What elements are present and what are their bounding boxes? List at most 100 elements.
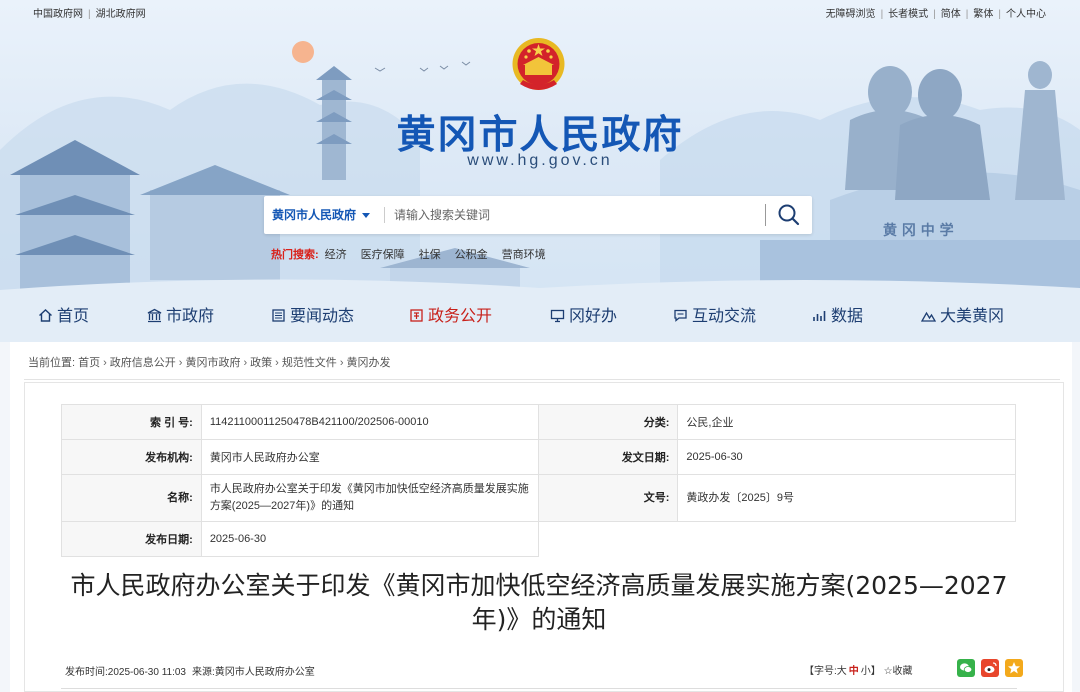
breadcrumb-item[interactable]: 黄冈市政府 (185, 357, 240, 369)
breadcrumb-item[interactable]: 首页 (78, 357, 100, 369)
search-input[interactable] (394, 202, 754, 228)
font-size-controls: 【字号:大中小】 ☆收藏 (804, 662, 913, 677)
meta-key: 索 引 号: (61, 404, 202, 440)
hot-keyword[interactable]: 社保 (419, 249, 441, 261)
meta-key: 分类: (537, 404, 679, 440)
link-personal-center[interactable]: 个人中心 (1006, 9, 1046, 20)
hot-keyword[interactable]: 公积金 (455, 249, 488, 261)
star-outline-icon: ☆ (883, 666, 893, 677)
search-bar: 黄冈市人民政府 (264, 196, 812, 234)
font-size-open: 【字号: (804, 666, 837, 677)
nav-item-news[interactable]: 要闻动态 (271, 305, 354, 329)
font-size-close: 】 (870, 666, 881, 677)
divider (61, 688, 1017, 689)
chevron-down-icon (362, 213, 371, 219)
meta-value: 公民,企业 (677, 404, 1016, 440)
top-links-left: 中国政府网 | 湖北政府网 (33, 9, 146, 20)
font-size-medium-button[interactable]: 中 (849, 666, 859, 677)
meta-value: 11421100011250478B421100/202506-00010 (200, 404, 539, 440)
nav-label: 政务公开 (428, 308, 493, 325)
favorite-button[interactable]: ☆收藏 (884, 666, 913, 677)
breadcrumb-item[interactable]: 黄冈办发 (346, 357, 390, 369)
chat-icon (674, 309, 687, 322)
divider (24, 379, 1060, 380)
site-url: www.hg.gov.cn (467, 152, 613, 169)
table-row: 名称: 市人民政府办公室关于印发《黄冈市加快低空经济高质量发展实施方案(2025… (61, 474, 1016, 522)
meta-key: 文号: (537, 474, 679, 522)
nav-label: 市政府 (166, 308, 215, 325)
publish-time-label: 发布时间: (65, 667, 108, 678)
meta-key: 发布日期: (61, 521, 202, 557)
meta-value: 2025-06-30 (200, 521, 539, 557)
source-value: 黄冈市人民政府办公室 (214, 667, 315, 678)
hot-search-label: 热门搜索: (271, 249, 319, 261)
nav-item-interaction[interactable]: 互动交流 (673, 305, 756, 329)
meta-value: 黄冈市人民政府办公室 (200, 439, 539, 475)
hot-keyword[interactable]: 营商环境 (502, 249, 546, 261)
main-nav: 首页 市政府 要闻动态 政务公开 冈好办 互动交流 数据 大美黄冈 (0, 300, 1080, 334)
meta-key: 名称: (61, 474, 202, 522)
monitor-icon (550, 309, 565, 323)
nav-item-home[interactable]: 首页 (38, 305, 89, 329)
link-simplified[interactable]: 简体 (941, 9, 961, 20)
nav-label: 数据 (831, 308, 864, 325)
qzone-share-icon[interactable] (1005, 659, 1023, 677)
breadcrumb-item[interactable]: 规范性文件 (282, 357, 337, 369)
font-size-large-button[interactable]: 大 (837, 666, 847, 677)
nav-item-public-affairs[interactable]: 政务公开 (409, 305, 492, 329)
publish-time: 2025-06-30 11:03 (107, 667, 186, 678)
nav-label: 互动交流 (692, 308, 757, 325)
breadcrumb: 当前位置: 首页 › 政府信息公开 › 黄冈市政府 › 政策 › 规范性文件 › 黄冈办发 (28, 357, 391, 369)
meta-key: 发文日期: (537, 439, 679, 475)
nav-label: 大美黄冈 (940, 308, 1005, 325)
meta-value: 2025-06-30 (677, 439, 1016, 475)
hot-keyword[interactable]: 医疗保障 (361, 249, 405, 261)
search-scope-dropdown[interactable]: 黄冈市人民政府 (272, 196, 371, 234)
hot-keyword[interactable]: 经济 (325, 249, 347, 261)
weibo-share-icon[interactable] (981, 659, 999, 677)
chart-icon (813, 311, 826, 321)
divider (765, 204, 766, 226)
breadcrumb-item[interactable]: 政府信息公开 (110, 357, 176, 369)
breadcrumb-prefix: 当前位置: (28, 357, 76, 369)
nav-label: 冈好办 (569, 308, 618, 325)
link-elder-mode[interactable]: 长者模式 (888, 9, 928, 20)
hot-search: 热门搜索: 经济 医疗保障 社保 公积金 营商环境 (271, 246, 560, 262)
home-icon (39, 309, 52, 322)
search-scope-label: 黄冈市人民政府 (272, 208, 357, 222)
nav-item-beautiful-huanggang[interactable]: 大美黄冈 (921, 305, 1004, 329)
national-emblem-icon (512, 38, 565, 90)
favorite-label: 收藏 (892, 666, 913, 677)
school-sign: 黄 冈 中 学 (883, 222, 954, 239)
meta-value: 市人民政府办公室关于印发《黄冈市加快低空经济高质量发展实施方案(2025—202… (200, 474, 539, 522)
meta-key: 发布机构: (61, 439, 202, 475)
mountain-icon (921, 311, 936, 322)
table-row: 发布机构: 黄冈市人民政府办公室 发文日期: 2025-06-30 (61, 439, 1016, 475)
top-links-right: 无障碍浏览 | 长者模式 | 简体 | 繁体 | 个人中心 (825, 9, 1046, 20)
article-panel: 索 引 号: 11421100011250478B421100/202506-0… (24, 382, 1064, 692)
public-affairs-icon (410, 309, 423, 322)
meta-value: 黄政办发〔2025〕9号 (677, 474, 1016, 522)
nav-item-data[interactable]: 数据 (812, 305, 863, 329)
font-size-small-button[interactable]: 小 (861, 666, 871, 677)
newspaper-icon (272, 309, 285, 322)
nav-item-ganghaoban[interactable]: 冈好办 (550, 305, 617, 329)
nav-label: 要闻动态 (290, 308, 355, 325)
document-title: 市人民政府办公室关于印发《黄冈市加快低空经济高质量发展实施方案(2025—202… (70, 571, 1008, 634)
link-accessibility[interactable]: 无障碍浏览 (826, 9, 876, 20)
table-row: 索 引 号: 11421100011250478B421100/202506-0… (61, 404, 1016, 440)
link-hubei-gov[interactable]: 湖北政府网 (96, 9, 146, 20)
link-traditional[interactable]: 繁体 (973, 9, 993, 20)
divider (384, 207, 385, 223)
breadcrumb-item[interactable]: 政策 (250, 357, 272, 369)
empty-cell (537, 521, 1016, 557)
main-content: 当前位置: 首页 › 政府信息公开 › 黄冈市政府 › 政策 › 规范性文件 › 黄冈办发 索 引 … (10, 342, 1072, 692)
nav-label: 首页 (57, 308, 90, 325)
publish-info: 发布时间:2025-06-30 11:03 来源:黄冈市人民政府办公室 (65, 663, 315, 678)
search-icon[interactable] (776, 203, 802, 227)
nav-item-government[interactable]: 市政府 (147, 305, 214, 329)
link-china-gov[interactable]: 中国政府网 (33, 9, 83, 20)
wechat-share-icon[interactable] (957, 659, 975, 677)
table-row: 发布日期: 2025-06-30 (61, 521, 1016, 557)
header-banner: 黄 冈 中 学 中国政府网 | 湖北政府网 无障碍浏览 | 长者模式 | 简体 | 繁体 | 个人中… (0, 0, 1080, 342)
